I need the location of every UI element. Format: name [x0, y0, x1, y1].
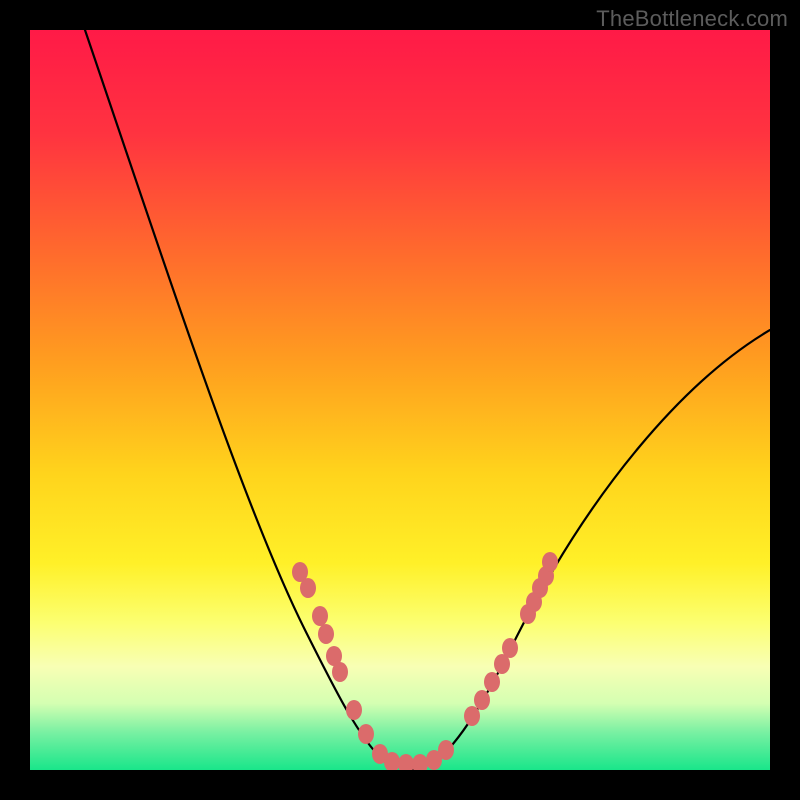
data-marker	[438, 740, 454, 760]
data-marker	[300, 578, 316, 598]
data-marker	[312, 606, 328, 626]
chart-frame	[30, 30, 770, 770]
data-marker	[358, 724, 374, 744]
data-marker	[474, 690, 490, 710]
chart-curves-layer	[30, 30, 770, 770]
series-left-curve	[85, 30, 410, 770]
series-right-curve	[410, 330, 770, 770]
data-marker	[464, 706, 480, 726]
data-marker	[332, 662, 348, 682]
data-marker	[318, 624, 334, 644]
data-marker	[484, 672, 500, 692]
data-marker	[502, 638, 518, 658]
data-marker	[412, 754, 428, 770]
watermark-text: TheBottleneck.com	[596, 6, 788, 32]
data-marker	[398, 754, 414, 770]
data-marker	[346, 700, 362, 720]
data-marker	[542, 552, 558, 572]
